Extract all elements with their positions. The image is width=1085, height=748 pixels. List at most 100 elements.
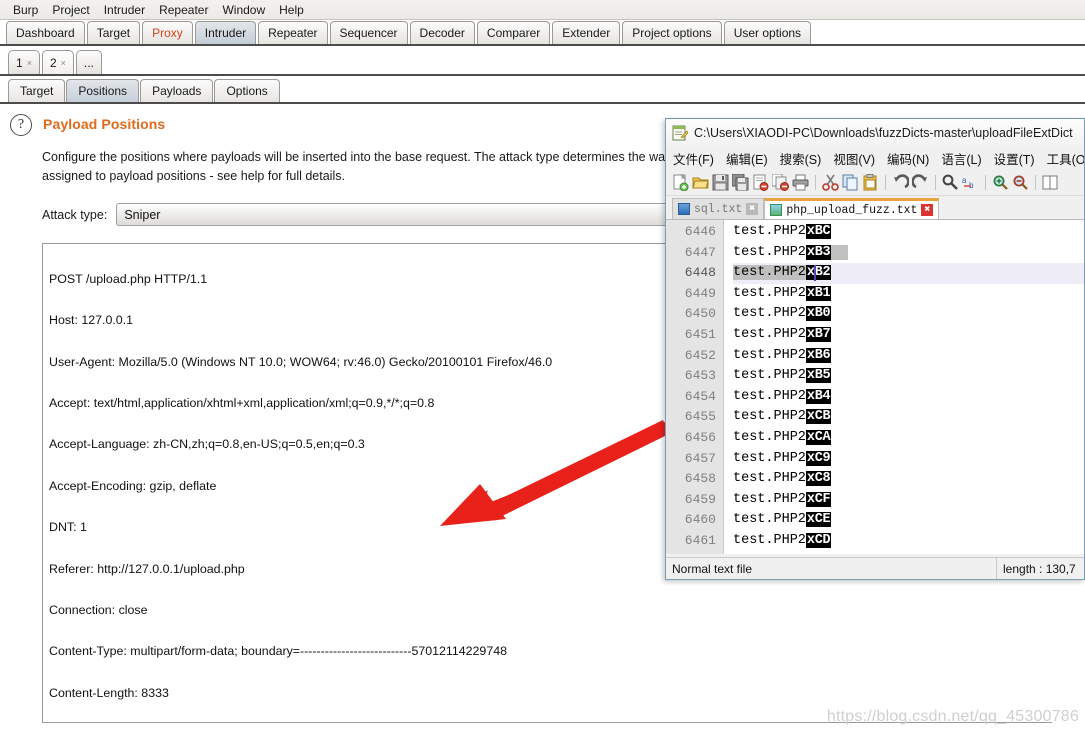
code-line[interactable]: test.PHP2xB3	[733, 243, 1084, 264]
npp-menu-view[interactable]: 视图(V)	[833, 149, 875, 168]
hex-token: xB3	[805, 244, 832, 260]
print-icon[interactable]	[792, 174, 809, 191]
code-line-text: test.PHP2	[733, 512, 806, 528]
attack-tab-new-label: ...	[83, 55, 94, 70]
code-line[interactable]: test.PHP2xBC	[733, 222, 1084, 243]
find-icon[interactable]	[942, 174, 959, 191]
menu-burp[interactable]: Burp	[6, 2, 45, 18]
sync-scroll-icon[interactable]	[1042, 174, 1059, 191]
open-folder-icon[interactable]	[692, 174, 709, 191]
notepad-plus-plus-window[interactable]: C:\Users\XIAODI-PC\Downloads\fuzzDicts-m…	[665, 118, 1085, 580]
close-icon[interactable]: ×	[27, 58, 32, 68]
npp-tab-sql[interactable]: sql.txt ✖	[672, 198, 765, 219]
hex-token: xCB	[805, 409, 832, 425]
attack-type-select[interactable]: Sniper	[116, 203, 672, 226]
code-line[interactable]: test.PHP2xCA	[733, 428, 1084, 449]
code-line[interactable]: test.PHP2xCB	[733, 407, 1084, 428]
help-icon[interactable]: ?	[10, 114, 32, 136]
code-line[interactable]: test.PHP2xCE	[733, 510, 1084, 531]
redo-icon[interactable]	[911, 174, 929, 191]
code-line[interactable]: test.PHP2xB6	[733, 346, 1084, 367]
close-icon[interactable]: ✖	[746, 203, 759, 215]
attack-tab-2[interactable]: 2 ×	[41, 50, 74, 74]
tab-intruder[interactable]: Intruder	[194, 21, 257, 44]
code-line-text: test.PHP2	[733, 409, 806, 425]
tab-repeater[interactable]: Repeater	[258, 21, 328, 44]
close-file-icon[interactable]	[752, 174, 769, 191]
code-line[interactable]: test.PHP2xC8	[733, 469, 1084, 490]
intruder-sub-tabs: Target Positions Payloads Options	[0, 76, 1085, 104]
code-line[interactable]: test.PHP2xB7	[733, 325, 1084, 346]
request-line: Connection: close	[49, 602, 148, 617]
intruder-attack-tabs: 1 × 2 × ...	[0, 46, 1085, 76]
npp-menu-edit[interactable]: 编辑(E)	[726, 149, 768, 168]
close-icon[interactable]: ×	[61, 58, 66, 68]
save-disk-icon	[770, 204, 783, 216]
zoom-in-icon[interactable]	[992, 174, 1009, 191]
menu-window[interactable]: Window	[215, 2, 272, 18]
status-file-type: Normal text file	[672, 561, 753, 576]
code-line[interactable]: test.PHP2xCF	[733, 490, 1084, 511]
code-line[interactable]: test.PHP2xB1	[733, 284, 1084, 305]
npp-title-bar[interactable]: C:\Users\XIAODI-PC\Downloads\fuzzDicts-m…	[666, 119, 1084, 147]
code-line[interactable]: test.PHP2xC9	[733, 449, 1084, 470]
menu-project[interactable]: Project	[45, 2, 96, 18]
hex-token: xB0	[805, 306, 832, 322]
tab-intruder-positions[interactable]: Positions	[66, 79, 140, 102]
code-line-text: test.PHP2	[733, 450, 806, 466]
save-icon[interactable]	[712, 174, 729, 191]
zoom-out-icon[interactable]	[1012, 174, 1029, 191]
page-title: Payload Positions	[43, 116, 166, 132]
code-line[interactable]: test.PHP2xB0	[733, 304, 1084, 325]
code-line-text: test.PHP2	[733, 244, 806, 260]
code-line[interactable]: test.PHP2xCD	[733, 531, 1084, 552]
close-icon[interactable]: ✖	[921, 204, 934, 216]
line-number: 6458	[684, 471, 716, 487]
code-line[interactable]: test.PHP2xB5	[733, 366, 1084, 387]
code-line[interactable]: test.PHP2xB2	[733, 263, 1084, 284]
npp-menu-tools[interactable]: 工具(O	[1047, 149, 1084, 168]
menu-help[interactable]: Help	[272, 2, 311, 18]
undo-icon[interactable]	[892, 174, 910, 191]
code-line[interactable]: test.PHP2xCC	[733, 552, 1084, 554]
tab-intruder-payloads[interactable]: Payloads	[140, 79, 214, 102]
notepad-document-icon	[672, 125, 689, 141]
npp-menu-settings[interactable]: 设置(T)	[994, 149, 1035, 168]
cut-icon[interactable]	[822, 174, 839, 191]
menu-intruder[interactable]: Intruder	[97, 2, 152, 18]
tab-project-options[interactable]: Project options	[622, 21, 722, 44]
tab-intruder-options[interactable]: Options	[214, 79, 280, 102]
npp-menu-search[interactable]: 搜索(S)	[780, 149, 822, 168]
npp-editor-area[interactable]: 6446 6447 6448 6449 6450 6451 6452 6453 6454 6455…	[666, 220, 1084, 554]
code-line[interactable]: test.PHP2xB4	[733, 387, 1084, 408]
close-all-icon[interactable]	[771, 173, 789, 191]
hex-token: xC8	[805, 471, 832, 487]
line-number: 6447	[684, 244, 716, 260]
paste-icon[interactable]	[862, 174, 879, 191]
tab-extender[interactable]: Extender	[552, 21, 621, 44]
tab-sequencer[interactable]: Sequencer	[329, 21, 408, 44]
line-number-gutter: 6446 6447 6448 6449 6450 6451 6452 6453 6454 6455…	[666, 220, 724, 554]
tab-intruder-target[interactable]: Target	[8, 79, 66, 102]
attack-tab-1[interactable]: 1 ×	[8, 50, 40, 74]
new-file-icon[interactable]	[672, 173, 689, 192]
npp-tab-php-upload-fuzz[interactable]: php_upload_fuzz.txt ✖	[764, 198, 940, 219]
npp-menu-encoding[interactable]: 编码(N)	[887, 149, 929, 168]
replace-icon[interactable]: ab	[962, 174, 979, 191]
menu-repeater[interactable]: Repeater	[152, 2, 215, 18]
line-number: 6455	[684, 409, 716, 425]
npp-menu-file[interactable]: 文件(F)	[673, 149, 714, 168]
tab-comparer[interactable]: Comparer	[476, 21, 551, 44]
tab-user-options[interactable]: User options	[723, 21, 812, 44]
hex-token: xB7	[805, 326, 832, 342]
npp-title-text: C:\Users\XIAODI-PC\Downloads\fuzzDicts-m…	[694, 126, 1073, 140]
tab-proxy[interactable]: Proxy	[142, 21, 193, 44]
attack-tab-new[interactable]: ...	[75, 50, 102, 74]
tab-dashboard[interactable]: Dashboard	[6, 21, 85, 44]
tab-target[interactable]: Target	[86, 21, 141, 44]
npp-menu-language[interactable]: 语言(L)	[941, 149, 981, 168]
tab-decoder[interactable]: Decoder	[409, 21, 475, 44]
copy-icon[interactable]	[842, 174, 859, 191]
save-all-icon[interactable]	[731, 173, 749, 191]
npp-code-text[interactable]: test.PHP2xBC test.PHP2xB3 test.PHP2xB2 tes…	[724, 220, 1084, 554]
